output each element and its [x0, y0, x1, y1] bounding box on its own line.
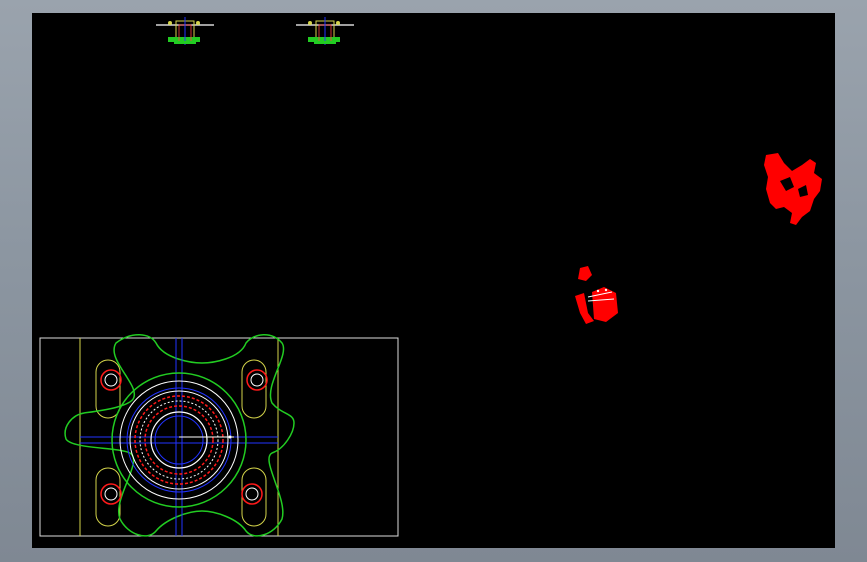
highlight-shape [764, 153, 822, 225]
bolt-hole [100, 369, 122, 391]
section-bolt-dot [336, 21, 340, 25]
selection-highlight-small[interactable] [575, 266, 618, 324]
bore-blue [154, 415, 204, 465]
hub-outer-green [111, 372, 247, 508]
hub-blue [126, 387, 232, 493]
selection-highlight-large[interactable] [764, 153, 822, 225]
bearing-red-outer [134, 395, 224, 485]
section-bolt-dot [308, 21, 312, 25]
highlight-shape [575, 293, 594, 324]
hub-white [119, 380, 239, 500]
cad-model-space[interactable] [32, 13, 835, 548]
bolt-hole [246, 369, 268, 391]
drawing-canvas[interactable] [32, 13, 835, 548]
bolt-hole [100, 483, 122, 505]
section-foot [174, 41, 196, 44]
bolt-hole [241, 483, 263, 505]
bearing-white [139, 400, 219, 480]
highlight-grip [596, 289, 600, 293]
mounting-slot [241, 467, 267, 527]
highlight-grip [604, 288, 608, 292]
section-bolt-dot [168, 21, 172, 25]
plan-view-flange[interactable] [39, 334, 399, 537]
bore-white [150, 411, 208, 469]
section-foot [314, 41, 336, 44]
top-section-view-right[interactable] [296, 17, 354, 45]
flange-outline [64, 334, 295, 537]
dimension-grip [228, 435, 232, 439]
section-bolt-dot [196, 21, 200, 25]
top-section-view-left[interactable] [156, 17, 214, 45]
highlight-shape [592, 287, 618, 322]
highlight-shape [578, 266, 592, 281]
